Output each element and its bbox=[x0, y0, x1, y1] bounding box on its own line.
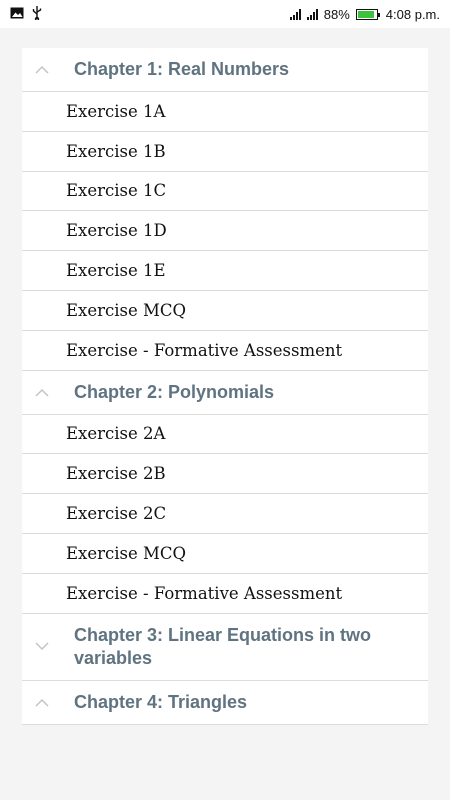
chapter-header[interactable]: Chapter 4: Triangles bbox=[22, 681, 428, 725]
chevron-down-icon bbox=[32, 637, 52, 657]
exercise-item[interactable]: Exercise 1E bbox=[22, 251, 428, 291]
exercise-item[interactable]: Exercise - Formative Assessment bbox=[22, 574, 428, 614]
exercise-item[interactable]: Exercise 2A bbox=[22, 415, 428, 455]
chevron-up-icon bbox=[32, 60, 52, 80]
chapter-title: Chapter 4: Triangles bbox=[74, 691, 248, 712]
signal-icon bbox=[306, 8, 318, 20]
status-left bbox=[10, 5, 42, 23]
exercise-item[interactable]: Exercise 1D bbox=[22, 211, 428, 252]
exercise-item[interactable]: Exercise 2B bbox=[22, 454, 428, 495]
chapter-title: Chapter 2: Polynomials bbox=[74, 381, 275, 402]
exercise-item[interactable]: Exercise - Formative Assessment bbox=[22, 331, 428, 371]
battery-fill bbox=[357, 10, 374, 18]
chevron-up-icon bbox=[32, 382, 52, 402]
chapter-list: Chapter 1: Real Numbers Exercise 1A Exerci… bbox=[22, 48, 428, 725]
exercise-item[interactable]: Exercise MCQ bbox=[22, 534, 428, 574]
status-time: 4:08 p.m. bbox=[385, 6, 440, 22]
chapter-title: Chapter 3: Linear Equations in two varia… bbox=[74, 624, 372, 668]
signal-icon bbox=[289, 8, 301, 20]
exercise-item[interactable]: Exercise 1C bbox=[22, 172, 428, 212]
status-right: 88% 4:08 p.m. bbox=[289, 6, 440, 22]
chapter-title: Chapter 1: Real Numbers bbox=[74, 59, 290, 79]
exercise-item[interactable]: Exercise 2C bbox=[22, 494, 428, 534]
chapter-header[interactable]: Chapter 3: Linear Equations in two varia… bbox=[22, 614, 428, 681]
status-bar: 88% 4:08 p.m. bbox=[0, 0, 450, 28]
image-icon bbox=[10, 7, 24, 22]
exercise-item[interactable]: Exercise MCQ bbox=[22, 291, 428, 331]
usb-icon bbox=[32, 5, 42, 23]
chevron-up-icon bbox=[32, 692, 52, 712]
exercise-item[interactable]: Exercise 1B bbox=[22, 132, 428, 172]
battery-percent: 88% bbox=[323, 6, 350, 22]
chapter-header[interactable]: Chapter 2: Polynomials bbox=[22, 371, 428, 415]
exercise-item[interactable]: Exercise 1A bbox=[22, 92, 428, 132]
chapter-header[interactable]: Chapter 1: Real Numbers bbox=[22, 48, 428, 92]
battery-icon bbox=[355, 8, 380, 20]
